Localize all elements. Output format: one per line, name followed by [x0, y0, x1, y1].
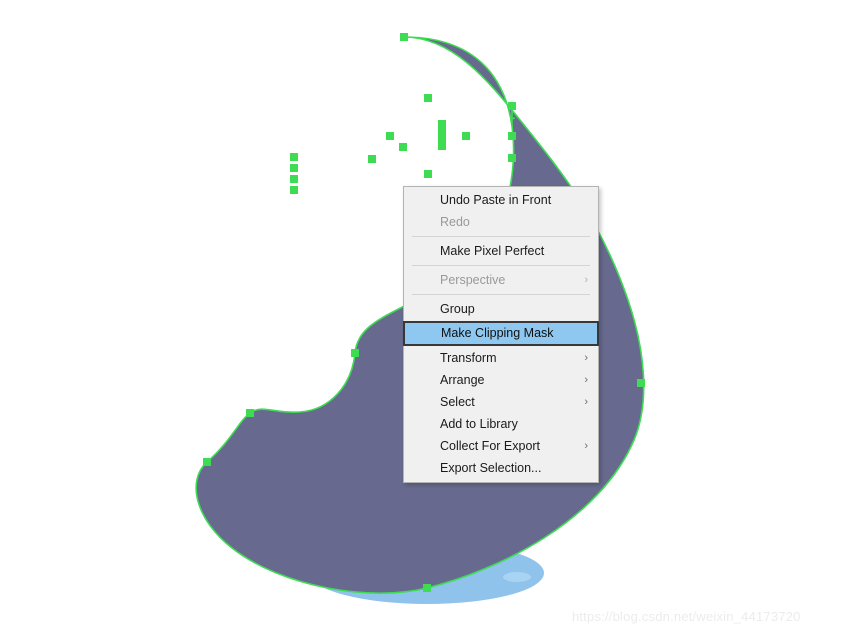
circle-subpath[interactable] — [389, 97, 467, 175]
menu-item-collect-for-export[interactable]: Collect For Export › — [404, 435, 598, 457]
submenu-arrow-icon: › — [584, 352, 588, 364]
submenu-arrow-icon: › — [584, 396, 588, 408]
left-edge-anchor-points — [290, 153, 298, 194]
menu-item-export-selection[interactable]: Export Selection... — [404, 457, 598, 479]
menu-item-label: Make Pixel Perfect — [440, 244, 545, 258]
menu-item-redo: Redo — [404, 211, 598, 233]
menu-item-transform[interactable]: Transform › — [404, 347, 598, 369]
shadow-ellipse-speck — [503, 572, 531, 582]
csdn-blog-watermark: https://blog.csdn.net/weixin_44173720 — [572, 609, 801, 624]
menu-item-label: Select — [440, 395, 475, 409]
menu-separator — [412, 236, 590, 237]
submenu-arrow-icon: › — [584, 374, 588, 386]
menu-item-arrange[interactable]: Arrange › — [404, 369, 598, 391]
menu-item-label: Arrange — [440, 373, 485, 387]
submenu-arrow-icon: › — [584, 274, 588, 286]
circle-anchor-points — [368, 94, 470, 178]
menu-item-undo-paste-in-front[interactable]: Undo Paste in Front — [404, 189, 598, 211]
menu-item-label: Undo Paste in Front — [440, 193, 552, 207]
menu-item-add-to-library[interactable]: Add to Library — [404, 413, 598, 435]
menu-item-select[interactable]: Select › — [404, 391, 598, 413]
menu-item-label: Export Selection... — [440, 461, 542, 475]
menu-item-perspective: Perspective › — [404, 269, 598, 291]
submenu-arrow-icon: › — [584, 440, 588, 452]
menu-item-make-pixel-perfect[interactable]: Make Pixel Perfect — [404, 240, 598, 262]
menu-item-label: Transform — [440, 351, 497, 365]
menu-item-label: Collect For Export — [440, 439, 541, 453]
menu-item-make-clipping-mask[interactable]: Make Clipping Mask — [403, 321, 599, 346]
menu-item-group[interactable]: Group — [404, 298, 598, 320]
menu-item-label: Redo — [440, 215, 470, 229]
menu-separator — [412, 294, 590, 295]
menu-item-label: Group — [440, 302, 475, 316]
menu-separator — [412, 265, 590, 266]
menu-item-label: Make Clipping Mask — [441, 326, 554, 340]
canvas-context-menu[interactable]: Undo Paste in Front Redo Make Pixel Perfec… — [403, 186, 599, 483]
menu-item-label: Add to Library — [440, 417, 518, 431]
menu-item-label: Perspective — [440, 273, 506, 287]
illustrator-canvas[interactable]: https://blog.csdn.net/weixin_44173720 Un… — [0, 0, 850, 640]
